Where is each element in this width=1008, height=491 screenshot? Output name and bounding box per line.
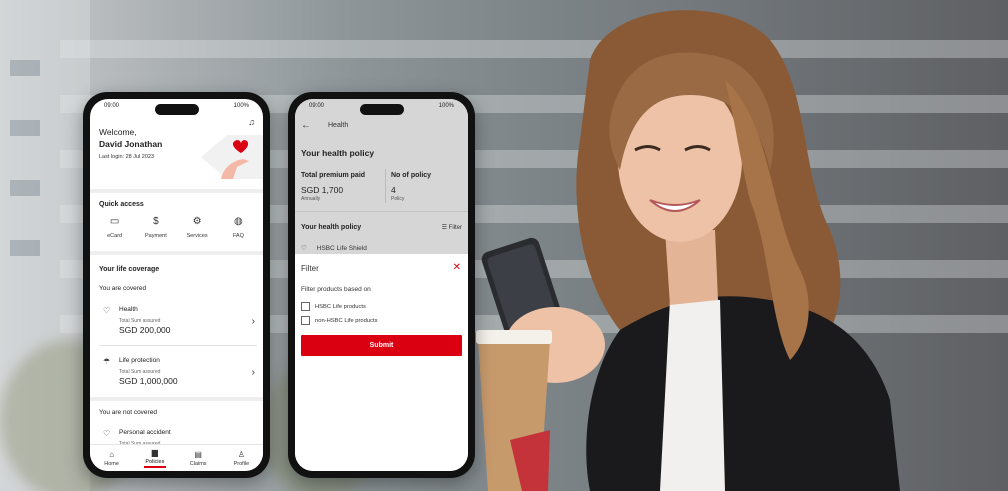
nav-home[interactable]: ⌂ Home — [92, 450, 132, 467]
phone-notch — [154, 104, 199, 115]
status-battery: 100% — [233, 103, 249, 109]
bottom-nav: ⌂ Home ▆ Policies ▤ Claims ♙ Profile — [90, 444, 263, 471]
home-icon: ⌂ — [109, 449, 115, 459]
quick-access-label: Payment — [145, 233, 167, 239]
status-bar: 09:00 100% — [295, 99, 468, 113]
window — [10, 240, 40, 256]
checkbox-non-hsbc-life[interactable]: non-HSBC Life products — [301, 316, 378, 325]
woman-with-phone-image — [476, 10, 900, 491]
coverage-value: SGD 200,000 — [119, 325, 171, 335]
quick-access-services[interactable]: ⚙ Services — [177, 216, 217, 239]
filter-button[interactable]: ☰ Filter — [442, 224, 462, 231]
health-screen: 09:00 100% ← Health Your health policy T… — [295, 99, 468, 471]
status-time: 09:00 — [104, 103, 120, 109]
back-arrow-icon[interactable]: ← — [301, 120, 311, 131]
quick-access-payment[interactable]: $ Payment — [136, 216, 176, 239]
section-divider — [90, 251, 263, 255]
bell-icon[interactable]: ♫ — [248, 117, 255, 127]
briefcase-icon: ▆ — [151, 448, 158, 457]
quick-access-label: Services — [186, 233, 208, 239]
policies-value: 4 — [391, 185, 396, 195]
product-item[interactable]: ♡ HSBC Life Shield — [301, 244, 367, 252]
coverage-sub: Total Sum assured — [119, 369, 161, 375]
status-time: 09:00 — [309, 103, 325, 109]
not-covered-label: You are not covered — [99, 409, 157, 416]
nav-label: Policies — [145, 459, 165, 465]
heart-icon: ♡ — [103, 429, 111, 438]
section-title: Your health policy — [301, 224, 362, 231]
nav-label: Profile — [233, 460, 250, 467]
filter-sheet: Filter ✕ Filter products based on HSBC L… — [295, 254, 468, 471]
hand-heart-illustration — [201, 135, 263, 179]
quick-access-faq[interactable]: ◍ FAQ — [218, 216, 258, 239]
document-icon: ▤ — [194, 449, 202, 459]
quick-access-title: Quick access — [99, 201, 144, 208]
divider — [385, 169, 386, 203]
nav-profile[interactable]: ♙ Profile — [221, 450, 261, 467]
product-name: HSBC Life Shield — [316, 245, 367, 252]
status-battery: 100% — [438, 103, 454, 109]
header-title: Health — [328, 122, 349, 129]
quick-access-ecard[interactable]: ▭ eCard — [95, 216, 135, 239]
submit-button[interactable]: Submit — [301, 335, 462, 356]
filter-based-on: Filter products based on — [301, 286, 371, 293]
filter-icon: ☰ — [441, 225, 447, 231]
coverage-value: SGD 1,000,000 — [119, 376, 178, 386]
heart-icon: ♡ — [301, 245, 307, 252]
checkbox-box[interactable] — [301, 302, 310, 311]
premium-value: SGD 1,700 — [301, 185, 344, 195]
last-login: Last login: 28 Jul 2023 — [99, 154, 155, 160]
phone-home: 09:00 100% ♫ Welcome, David Jonathan Las… — [83, 92, 270, 478]
life-coverage-title: Your life coverage — [99, 266, 160, 273]
filter-label: Filter — [448, 225, 462, 231]
sheet-title: Filter — [301, 264, 319, 273]
umbrella-icon: ☂ — [103, 357, 111, 366]
coverage-life-protection[interactable]: ☂ Life protection Total Sum assured SGD … — [99, 357, 257, 391]
covered-label: You are covered — [99, 285, 147, 292]
close-icon[interactable]: ✕ — [453, 262, 461, 273]
coverage-health[interactable]: ♡ Health Total Sum assured SGD 200,000 › — [99, 306, 257, 340]
window — [10, 180, 40, 196]
premium-label: Total premium paid — [301, 172, 366, 179]
person-icon: ♙ — [237, 449, 245, 459]
gear-icon: ⚙ — [192, 216, 202, 227]
policies-label: No of policy — [391, 172, 432, 179]
checkbox-label: non-HSBC Life products — [315, 317, 378, 324]
nav-label: Claims — [189, 460, 207, 467]
lightbulb-icon: ◍ — [234, 216, 243, 227]
coverage-sub: Total Sum assured — [119, 318, 161, 324]
dollar-icon: $ — [153, 216, 159, 227]
user-name: David Jonathan — [99, 139, 163, 149]
phone-health-filter: 09:00 100% ← Health Your health policy T… — [288, 92, 475, 478]
policies-sub: Policy — [391, 196, 405, 202]
window — [10, 120, 40, 136]
quick-access-label: FAQ — [232, 233, 244, 239]
checkbox-label: HSBC Life products — [315, 303, 366, 310]
section-divider — [90, 189, 263, 193]
home-screen: 09:00 100% ♫ Welcome, David Jonathan Las… — [90, 99, 263, 471]
divider — [99, 345, 257, 346]
coverage-title: Health — [119, 306, 138, 313]
nav-claims[interactable]: ▤ Claims — [178, 450, 218, 467]
nav-label: Home — [104, 460, 119, 467]
heart-icon: ♡ — [103, 306, 111, 315]
welcome-text: Welcome, — [99, 127, 137, 137]
premium-sub: Annually — [301, 196, 321, 202]
quick-access-label: eCard — [107, 233, 123, 239]
coverage-title: Life protection — [119, 357, 160, 364]
chevron-right-icon: › — [251, 316, 255, 327]
nav-policies[interactable]: ▆ Policies — [135, 448, 175, 468]
checkbox-box[interactable] — [301, 316, 310, 325]
chevron-right-icon: › — [251, 367, 255, 378]
section-divider — [90, 397, 263, 401]
divider — [295, 211, 468, 212]
coverage-title: Personal accident — [119, 429, 171, 436]
window — [10, 60, 40, 76]
checkbox-hsbc-life[interactable]: HSBC Life products — [301, 302, 366, 311]
quick-access-row: ▭ eCard $ Payment ⚙ Services ◍ FAQ — [94, 216, 259, 239]
page-title: Your health policy — [301, 148, 375, 158]
card-icon: ▭ — [109, 216, 120, 227]
